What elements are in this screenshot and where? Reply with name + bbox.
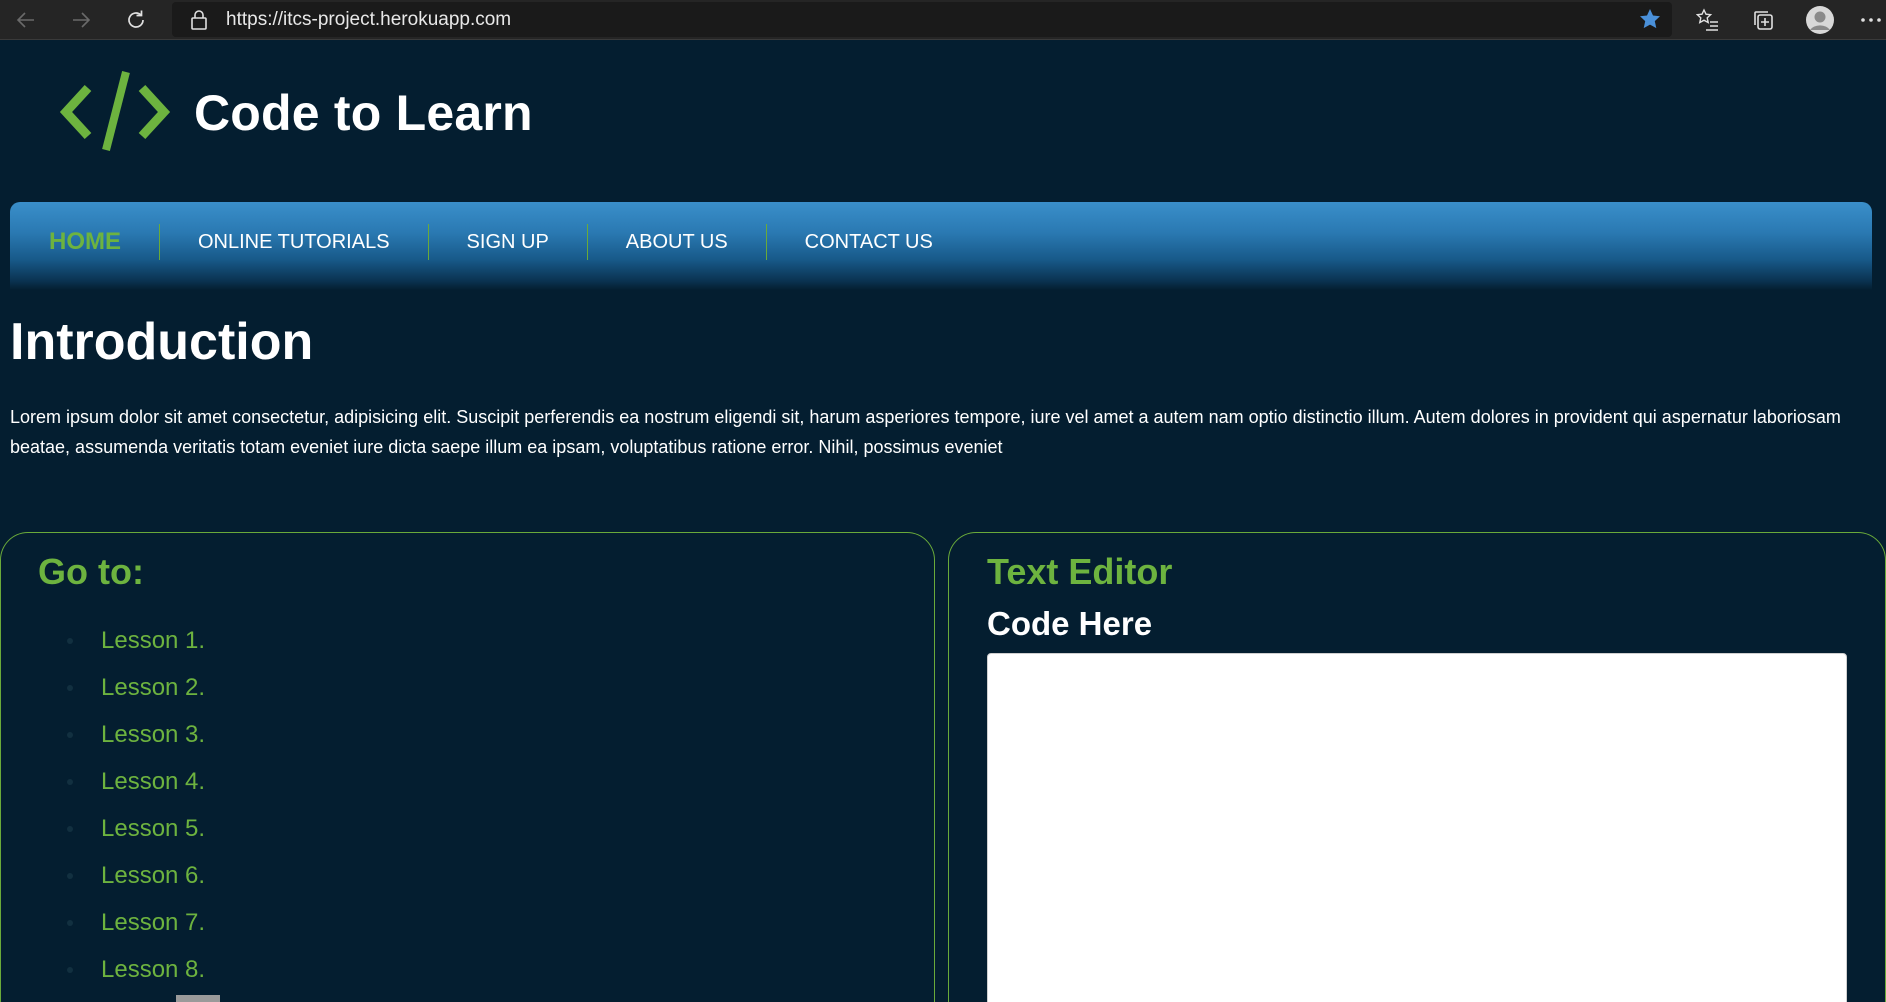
- profile-icon[interactable]: [1802, 4, 1838, 36]
- lesson-link-4[interactable]: Lesson 4.: [101, 768, 205, 796]
- more-icon[interactable]: [1855, 4, 1886, 36]
- favorite-star-icon[interactable]: [1638, 7, 1662, 36]
- address-bar[interactable]: https://itcs-project.herokuapp.com: [172, 2, 1672, 37]
- list-item: Lesson 6.: [67, 852, 205, 899]
- lesson-link-5[interactable]: Lesson 5.: [101, 815, 205, 843]
- url-text[interactable]: https://itcs-project.herokuapp.com: [226, 9, 511, 31]
- bullet-icon: [67, 825, 73, 832]
- bullet-icon: [67, 872, 73, 879]
- code-brackets-icon: [60, 71, 170, 151]
- nav-link-contact-us[interactable]: CONTACT US: [805, 231, 933, 254]
- list-item: Lesson 2.: [67, 664, 205, 711]
- bullet-icon: [67, 637, 73, 644]
- list-item: Lesson 5.: [67, 805, 205, 852]
- lesson-link-8[interactable]: Lesson 8.: [101, 956, 205, 984]
- browser-toolbar: https://itcs-project.herokuapp.com: [0, 0, 1886, 40]
- bullet-icon: [67, 684, 73, 691]
- text-editor-heading: Text Editor: [987, 551, 1173, 592]
- main-nav: HOME ONLINE TUTORIALS SIGN UP ABOUT US C…: [10, 202, 1872, 290]
- bullet-icon: [67, 919, 73, 926]
- list-item: Lesson 8.: [67, 946, 205, 993]
- nav-link-sign-up[interactable]: SIGN UP: [467, 231, 549, 254]
- nav-item-online-tutorials[interactable]: ONLINE TUTORIALS: [159, 224, 428, 260]
- horizontal-scrollbar-thumb[interactable]: [176, 995, 220, 1002]
- nav-item-home[interactable]: HOME: [37, 224, 159, 260]
- lesson-link-1[interactable]: Lesson 1.: [101, 627, 205, 655]
- lesson-link-6[interactable]: Lesson 6.: [101, 862, 205, 890]
- code-editor-textarea[interactable]: [987, 653, 1847, 1002]
- forward-icon[interactable]: [63, 4, 99, 36]
- site-header: Code to Learn: [60, 68, 533, 158]
- bullet-icon: [67, 966, 73, 973]
- list-item: Lesson 4.: [67, 758, 205, 805]
- nav-item-sign-up[interactable]: SIGN UP: [427, 224, 587, 260]
- bullet-icon: [67, 731, 73, 738]
- nav-item-contact-us[interactable]: CONTACT US: [765, 224, 971, 260]
- favorites-list-icon[interactable]: [1690, 4, 1726, 36]
- nav-link-online-tutorials[interactable]: ONLINE TUTORIALS: [198, 231, 390, 254]
- code-here-label: Code Here: [987, 605, 1153, 642]
- nav-link-home[interactable]: HOME: [49, 228, 121, 256]
- lesson-link-2[interactable]: Lesson 2.: [101, 674, 205, 702]
- list-item: Lesson 7.: [67, 899, 205, 946]
- intro-paragraph: Lorem ipsum dolor sit amet consectetur, …: [10, 407, 1841, 457]
- lock-icon[interactable]: [190, 10, 208, 35]
- intro-heading: Introduction: [10, 313, 314, 371]
- lesson-link-3[interactable]: Lesson 3.: [101, 721, 205, 749]
- bullet-icon: [67, 778, 73, 785]
- collections-icon[interactable]: [1745, 4, 1781, 36]
- lesson-link-7[interactable]: Lesson 7.: [101, 909, 205, 937]
- goto-panel: Go to: Lesson 1. Lesson 2. Lesson 3. Les…: [0, 532, 935, 1002]
- refresh-icon[interactable]: [118, 4, 154, 36]
- site-title[interactable]: Code to Learn: [194, 84, 533, 142]
- text-editor-panel: Text Editor Code Here: [948, 532, 1886, 1002]
- list-item: Lesson 1.: [67, 617, 205, 664]
- lesson-list: Lesson 1. Lesson 2. Lesson 3. Lesson 4. …: [67, 617, 205, 993]
- back-icon[interactable]: [8, 4, 44, 36]
- goto-heading: Go to:: [38, 551, 144, 592]
- nav-link-about-us[interactable]: ABOUT US: [626, 231, 728, 254]
- nav-item-about-us[interactable]: ABOUT US: [586, 224, 766, 260]
- list-item: Lesson 3.: [67, 711, 205, 758]
